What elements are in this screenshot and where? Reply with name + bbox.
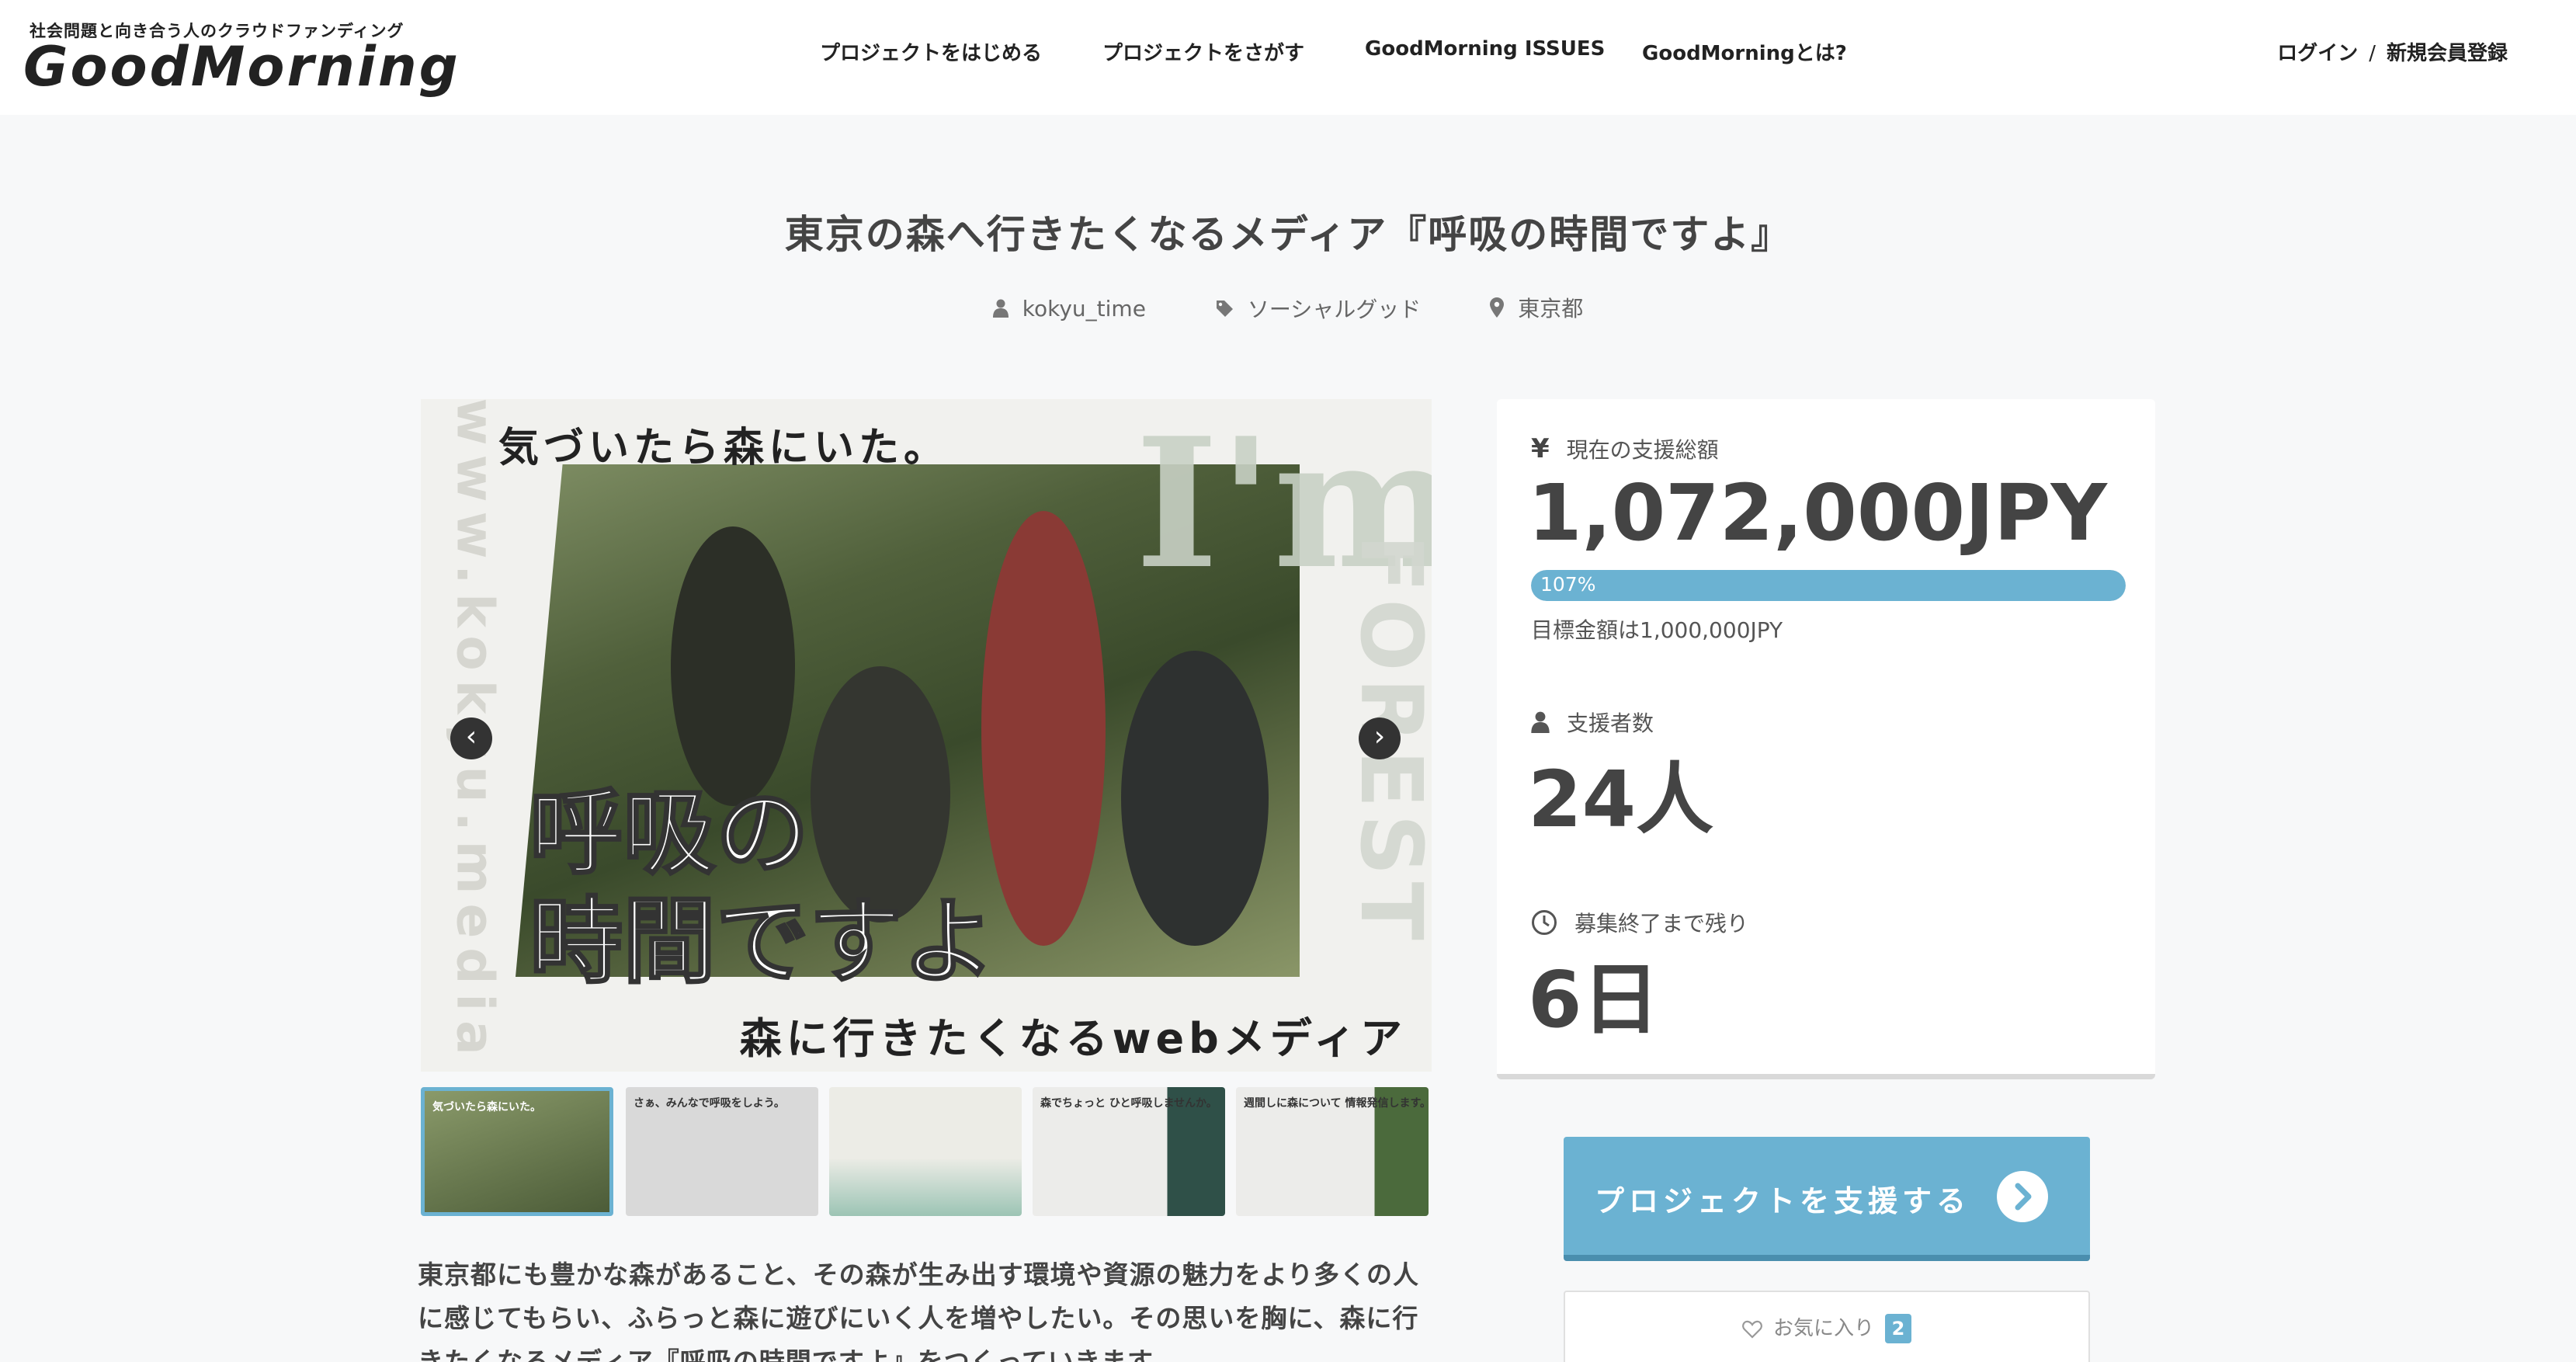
image-copy: 呼吸の 時間ですよ: [529, 779, 997, 998]
person-silhouette: [671, 526, 795, 806]
nav-start-project[interactable]: プロジェクトをはじめる: [820, 37, 1042, 66]
owner-name: kokyu_time: [1022, 295, 1146, 321]
gallery-prev-button[interactable]: ‹: [450, 717, 492, 759]
register-link[interactable]: 新規会員登録: [2387, 42, 2508, 65]
yen-icon: ¥: [1531, 433, 1550, 464]
user-icon: [1531, 711, 1550, 733]
auth-links: ログイン / 新規会員登録: [2277, 37, 2508, 66]
amount-value: 1,072,000JPY: [1528, 467, 2107, 558]
project-description: 東京都にも豊かな森があること、その森が生み出す環境や資源の魅力をより多くの人に感…: [418, 1260, 1420, 1362]
gallery-next-button[interactable]: ›: [1359, 717, 1401, 759]
project-meta: kokyu_time ソーシャルグッド 東京都: [0, 292, 2576, 324]
support-button-label: プロジェクトを支援する: [1595, 1184, 1971, 1218]
clock-icon: [1531, 909, 1557, 936]
thumb-caption: さぁ、みんなで呼吸をしよう。: [634, 1097, 785, 1110]
remaining-label-row: 募集終了まで残り: [1531, 907, 1748, 938]
image-badge-side: FOREST: [1342, 534, 1432, 1016]
nav-find-project[interactable]: プロジェクトをさがす: [1102, 37, 1304, 66]
nav-about[interactable]: GoodMorningとは?: [1642, 37, 1847, 66]
supporters-label: 支援者数: [1567, 711, 1654, 736]
favorite-label: お気に入り: [1772, 1317, 1874, 1340]
thumb-caption: 気づいたら森にいた。: [432, 1101, 541, 1114]
project-owner[interactable]: kokyu_time: [992, 295, 1146, 321]
progress-percent: 107%: [1540, 573, 1596, 596]
gallery-thumb-5[interactable]: 週間しに森について 情報発信します。: [1236, 1087, 1429, 1216]
main-project-image: 気づいたら森にいた。 www.kokyu.media I'm FOREST 呼吸…: [421, 399, 1432, 1072]
favorite-count-badge: 2: [1885, 1314, 1911, 1343]
image-copy-line2: 時間ですよ: [529, 888, 997, 998]
chevron-right-circle-icon: [1997, 1171, 2048, 1222]
funding-progress-bar: 107%: [1531, 570, 2126, 601]
remaining-value: 6日: [1528, 954, 1660, 1045]
project-location[interactable]: 東京都: [1490, 292, 1583, 323]
person-silhouette: [1121, 651, 1269, 946]
amount-label: 現在の支援総額: [1566, 437, 1719, 463]
favorite-row: お気に入り 2: [1565, 1312, 2088, 1343]
login-link[interactable]: ログイン: [2277, 42, 2358, 65]
category-name: ソーシャルグッド: [1247, 297, 1422, 322]
gallery-thumb-2[interactable]: さぁ、みんなで呼吸をしよう。: [626, 1087, 818, 1216]
project-title: 東京の森へ行きたくなるメディア『呼吸の時間ですよ』: [784, 212, 1792, 257]
map-pin-icon: [1490, 297, 1505, 318]
progress-fill: [1531, 570, 2126, 601]
image-subline: 森に行きたくなるwebメディア: [739, 1014, 1407, 1063]
tag-icon: [1216, 301, 1233, 317]
remaining-label: 募集終了まで残り: [1574, 911, 1749, 936]
nav-issues[interactable]: GoodMorning ISSUES: [1365, 37, 1605, 61]
thumb-caption: 森でちょっと ひと呼吸しませんか。: [1040, 1097, 1217, 1110]
image-copy-line1: 呼吸の: [529, 779, 811, 889]
support-project-button[interactable]: プロジェクトを支援する: [1564, 1137, 2090, 1261]
gallery-thumb-1[interactable]: 気づいたら森にいた。: [421, 1087, 613, 1216]
amount-label-row: ¥ 現在の支援総額: [1531, 433, 1719, 464]
user-icon: [992, 299, 1009, 318]
supporters-value: 24人: [1528, 754, 1714, 845]
favorite-button[interactable]: お気に入り 2: [1564, 1291, 2090, 1362]
thumb-caption: 週間しに森について 情報発信します。: [1244, 1097, 1429, 1110]
image-headline: 気づいたら森にいた。: [498, 425, 950, 471]
project-category[interactable]: ソーシャルグッド: [1215, 293, 1421, 324]
heart-icon: [1742, 1320, 1762, 1339]
gallery-thumb-3[interactable]: [829, 1087, 1022, 1216]
location-name: 東京都: [1518, 296, 1584, 321]
goal-amount: 目標金額は1,000,000JPY: [1531, 617, 1783, 643]
site-header: 社会問題と向き合う人のクラウドファンディング GoodMorning プロジェク…: [0, 0, 2576, 115]
supporters-label-row: 支援者数: [1531, 707, 1654, 738]
gallery-thumb-4[interactable]: 森でちょっと ひと呼吸しませんか。: [1033, 1087, 1225, 1216]
funding-stats-card: ¥ 現在の支援総額 1,072,000JPY 107% 目標金額は1,000,0…: [1497, 399, 2155, 1079]
site-logo[interactable]: GoodMorning: [23, 36, 460, 98]
person-silhouette: [981, 511, 1106, 946]
auth-separator: /: [2369, 42, 2376, 65]
